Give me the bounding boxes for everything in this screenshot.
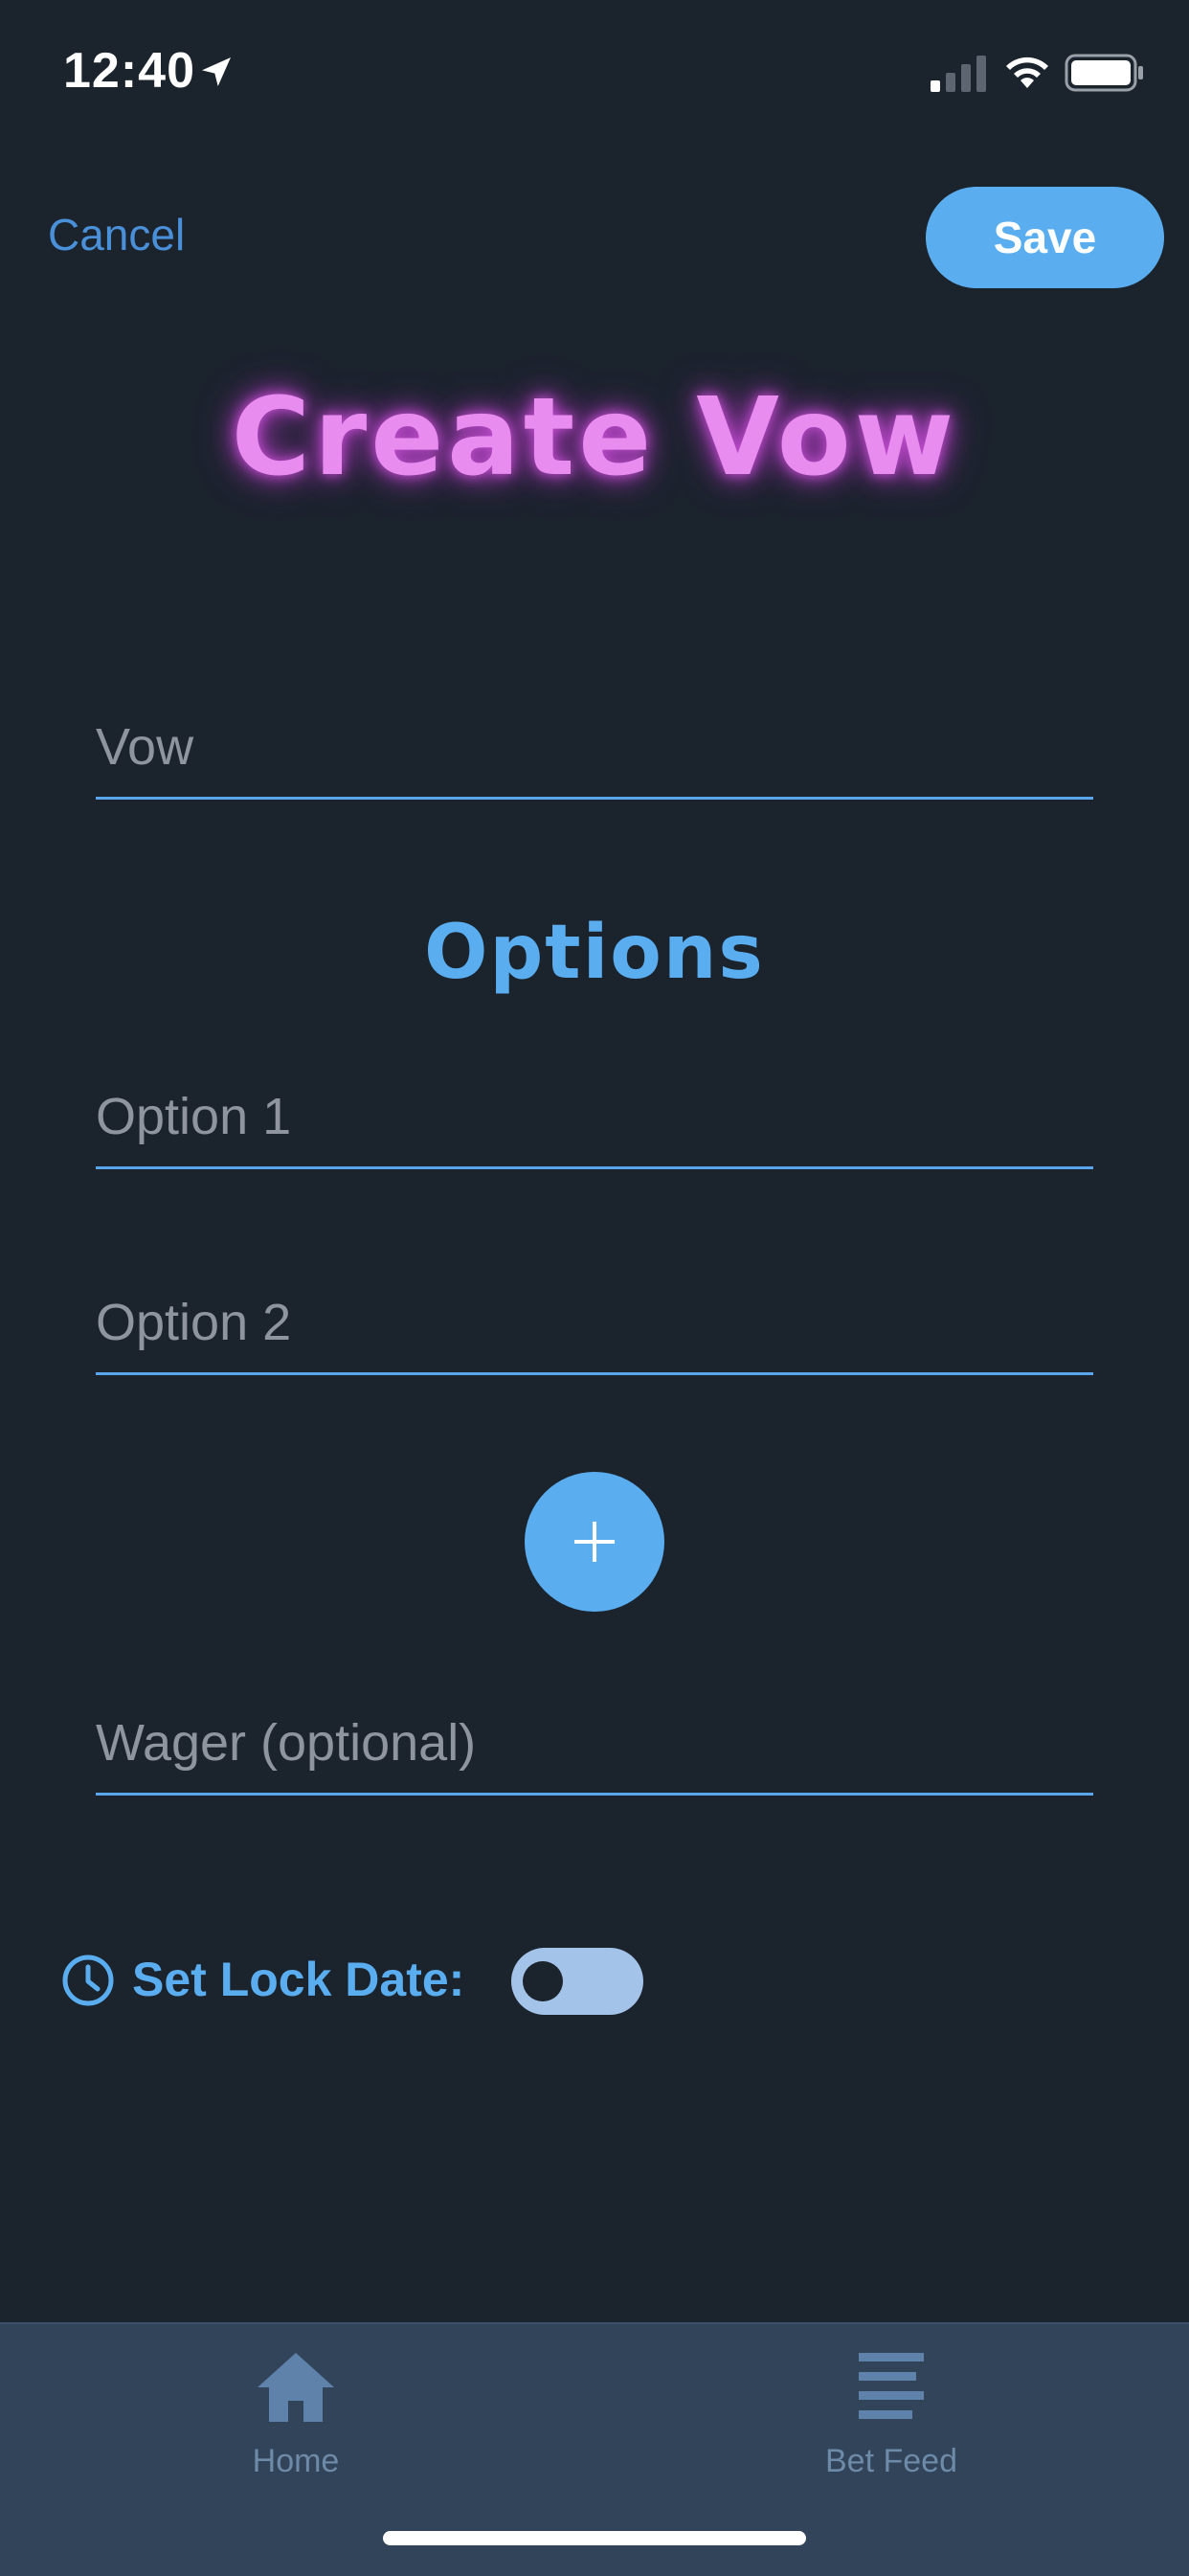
options-heading: Options: [424, 910, 765, 996]
tab-home-label: Home: [252, 2443, 340, 2479]
cancel-button[interactable]: Cancel: [48, 209, 185, 260]
tab-home[interactable]: Home: [152, 2351, 439, 2495]
option-2-field: [96, 1267, 1093, 1375]
feed-list-icon: [859, 2353, 924, 2419]
vow-input[interactable]: [96, 709, 1093, 785]
option-2-input[interactable]: [96, 1284, 1093, 1361]
location-arrow-icon: [202, 57, 231, 86]
toggle-knob: [523, 1961, 563, 2001]
plus-icon: [574, 1522, 615, 1562]
tab-bet-feed[interactable]: Bet Feed: [748, 2351, 1035, 2495]
lock-date-label: Set Lock Date:: [132, 1953, 465, 2006]
add-option-button[interactable]: [525, 1472, 664, 1612]
page-title: Create Vow: [231, 375, 958, 500]
wifi-icon: [1006, 56, 1048, 88]
clock-icon: [62, 1955, 114, 2006]
status-bar: 12:40: [0, 0, 1189, 144]
save-button[interactable]: Save: [926, 187, 1164, 288]
home-icon: [258, 2353, 334, 2422]
vow-field: [96, 691, 1093, 800]
battery-icon: [1065, 54, 1143, 92]
home-indicator: [383, 2531, 806, 2545]
cellular-signal-icon: [931, 56, 986, 92]
lock-date-toggle[interactable]: [511, 1948, 643, 2015]
lock-date-row: Set Lock Date:: [61, 1944, 827, 2015]
option-1-field: [96, 1061, 1093, 1169]
status-time: 12:40: [63, 43, 195, 99]
wager-field: [96, 1687, 1093, 1796]
tab-bet-feed-label: Bet Feed: [825, 2443, 957, 2479]
wager-input[interactable]: [96, 1705, 1093, 1781]
option-1-input[interactable]: [96, 1078, 1093, 1155]
